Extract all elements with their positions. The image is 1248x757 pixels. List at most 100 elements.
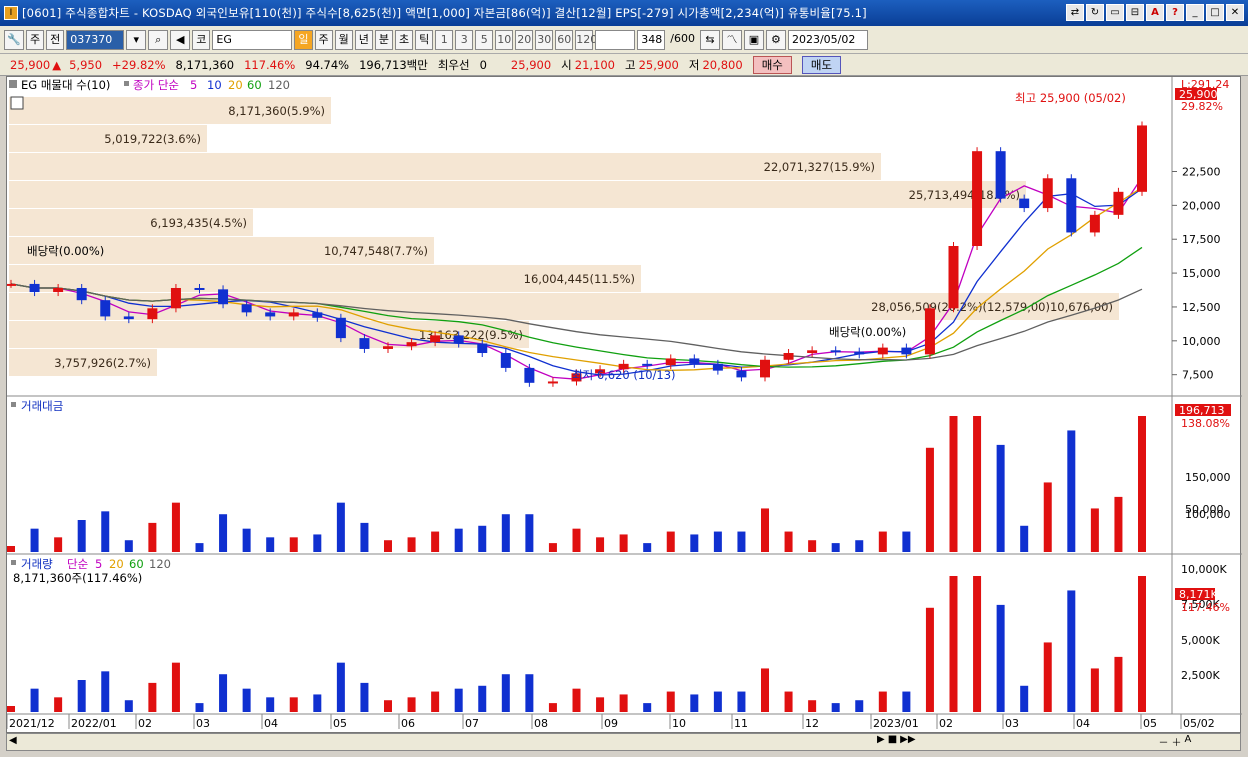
zoom-out-icon[interactable]: － xyxy=(1159,734,1169,749)
candle-body xyxy=(383,346,393,349)
ma-10: 10 xyxy=(207,78,222,92)
fast-forward-icon[interactable]: ▶▶ xyxy=(900,734,915,749)
y-tick-label: 20,000 xyxy=(1182,199,1221,212)
interval-1[interactable]: 1 xyxy=(435,29,454,50)
amount-bar xyxy=(949,416,958,552)
play-icon[interactable]: ▶ xyxy=(877,734,885,749)
minimize-button[interactable]: _ xyxy=(1186,4,1204,21)
interval-120[interactable]: 120 xyxy=(575,29,597,50)
indicator-icon[interactable]: 〽 xyxy=(721,29,742,50)
maximize-button[interactable]: □ xyxy=(1206,4,1224,21)
x-tick-label: 03 xyxy=(196,717,210,730)
close-button[interactable]: ✕ xyxy=(1226,4,1244,21)
period-minute[interactable]: 분 xyxy=(374,29,393,50)
chevron-down-icon[interactable]: ▾ xyxy=(126,29,147,50)
period-tick[interactable]: 틱 xyxy=(415,29,434,50)
chart-scrollbar[interactable]: ◀ ▶ ■ ▶▶ － ＋ A xyxy=(6,733,1241,751)
candle-body xyxy=(53,287,64,293)
stock-code-input[interactable]: 037370 xyxy=(66,29,125,50)
candle-body xyxy=(1137,125,1147,192)
search-icon[interactable]: ⌕ xyxy=(148,29,169,50)
candle-body xyxy=(524,367,535,383)
candle-body xyxy=(877,347,888,355)
candle-body xyxy=(972,151,983,246)
interval-custom-input[interactable] xyxy=(595,29,636,50)
amount-bar xyxy=(808,540,817,552)
volume-bar xyxy=(525,674,534,712)
buy-button[interactable]: 매수 xyxy=(752,55,792,74)
x-tick-label: 06 xyxy=(401,717,415,730)
count-input[interactable]: 348 xyxy=(637,29,666,50)
candle-body xyxy=(335,317,346,339)
volume-bar xyxy=(666,691,675,712)
window-icon[interactable]: ▭ xyxy=(1106,4,1124,21)
interval-5[interactable]: 5 xyxy=(475,29,494,50)
volume-bar xyxy=(124,700,133,712)
stop-icon[interactable]: ■ xyxy=(888,734,897,749)
volume-bar xyxy=(713,691,722,712)
y-tick-label: 2,500K xyxy=(1181,669,1220,682)
candle-body xyxy=(948,246,959,309)
interval-10[interactable]: 10 xyxy=(495,29,514,50)
refresh-icon[interactable]: ↻ xyxy=(1086,4,1104,21)
volume-bar xyxy=(855,700,864,712)
amount-bars xyxy=(7,416,1146,552)
interval-60[interactable]: 60 xyxy=(555,29,574,50)
volume-bar xyxy=(195,703,204,712)
scroll-left-icon[interactable]: ◀ xyxy=(9,735,17,746)
amount-bar xyxy=(643,543,652,552)
period-year[interactable]: 년 xyxy=(354,29,373,50)
gear-icon[interactable]: ⚙ xyxy=(765,29,786,50)
volume-panel-title: 거래량 xyxy=(21,557,53,571)
interval-20[interactable]: 20 xyxy=(515,29,534,50)
y-tick-label: 10,000K xyxy=(1181,563,1227,576)
zoom-in-icon[interactable]: ＋ xyxy=(1172,734,1182,749)
chart-tools-icon[interactable]: 🔧 xyxy=(4,29,24,50)
y-tick-label: 12,500 xyxy=(1182,301,1221,314)
auto-icon[interactable]: A xyxy=(1185,734,1192,749)
volume-bar xyxy=(784,691,793,712)
chart-svg[interactable]: 8,171,360(5.9%) 5,019,722(3.6%) 22,071,327… xyxy=(7,77,1242,734)
volume-ma-label: 단순 xyxy=(67,557,88,571)
x-tick-label: 11 xyxy=(734,717,748,730)
sell-button[interactable]: 매도 xyxy=(801,55,842,74)
speaker-icon[interactable]: ◀ xyxy=(170,29,191,50)
pin-icon[interactable]: ⊟ xyxy=(1126,4,1144,21)
volume-profile-bar xyxy=(9,181,1026,208)
y-tick-label: 10,000 xyxy=(1182,335,1221,348)
amount-bar xyxy=(1067,430,1076,552)
period-day[interactable]: 일 xyxy=(294,29,313,50)
volume-tag-pct: 117.46% xyxy=(1181,601,1230,614)
period-second[interactable]: 초 xyxy=(395,29,414,50)
amount-bar xyxy=(360,522,369,552)
x-tick-label: 05 xyxy=(1143,717,1157,730)
panel-marker-icon[interactable] xyxy=(9,80,17,88)
link-icon[interactable]: ⇄ xyxy=(1066,4,1084,21)
date-field[interactable]: 2023/05/02 xyxy=(787,29,868,50)
scroll-icon[interactable]: ⇆ xyxy=(699,29,720,50)
prev-button[interactable]: 전 xyxy=(46,29,65,50)
best-value: 0 xyxy=(479,57,487,72)
period-month[interactable]: 월 xyxy=(334,29,353,50)
candle-body xyxy=(736,370,747,378)
help-icon[interactable]: ? xyxy=(1166,4,1184,21)
volume-profile-label: 16,004,445(11.5%) xyxy=(524,272,635,286)
amount-bar xyxy=(289,537,298,552)
volume-bars xyxy=(7,576,1146,712)
font-icon[interactable]: A xyxy=(1146,4,1164,21)
volume-bar xyxy=(1020,685,1029,712)
candle-body xyxy=(1066,178,1077,233)
interval-30[interactable]: 30 xyxy=(535,29,554,50)
amount-bar xyxy=(902,531,911,552)
chart-area[interactable]: 8,171,360(5.9%) 5,019,722(3.6%) 22,071,327… xyxy=(6,76,1242,734)
grid-icon[interactable] xyxy=(10,96,24,110)
period-week[interactable]: 주 xyxy=(314,29,333,50)
interval-3[interactable]: 3 xyxy=(455,29,474,50)
save-icon[interactable]: ▣ xyxy=(743,29,764,50)
stock-name-field[interactable]: EG xyxy=(212,29,293,50)
price-y-axis: 22,500 20,000 17,500 15,000 12,500 10,000 7,50… xyxy=(1172,166,1221,382)
candle-body xyxy=(406,342,417,347)
mode-select[interactable]: 주 xyxy=(26,29,45,50)
playback-controls: ▶ ■ ▶▶ － ＋ A xyxy=(877,734,1191,749)
y-tick-label: 7,500 xyxy=(1182,369,1214,382)
